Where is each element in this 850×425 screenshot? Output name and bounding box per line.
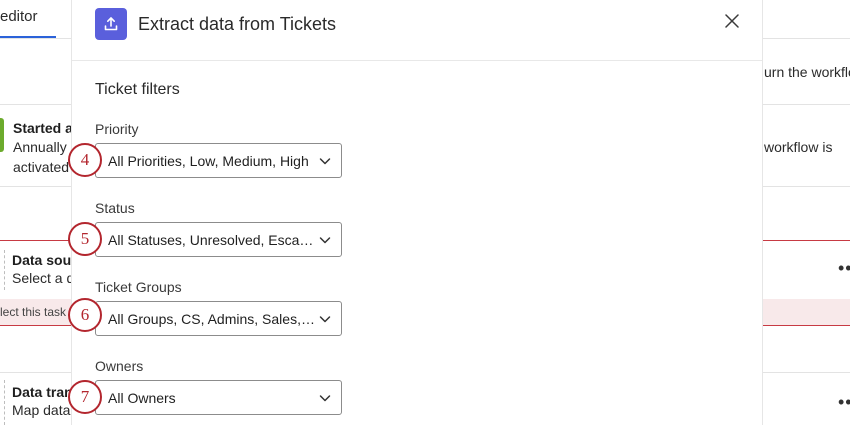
modal-title: Extract data from Tickets [138, 14, 337, 34]
task-alert-text: lect this task [0, 305, 67, 319]
ticket-groups-label: Ticket Groups [95, 279, 182, 295]
close-button[interactable] [722, 11, 742, 31]
status-label: Status [95, 200, 135, 216]
status-select[interactable]: All Statuses, Unresolved, Escal… [95, 222, 342, 257]
ticket-groups-select-value: All Groups, CS, Admins, Sales,… [108, 311, 315, 327]
extract-data-modal: Extract data from Tickets Ticket filters… [72, 0, 762, 425]
task-connector [4, 380, 5, 425]
step-callout-5: 5 [68, 222, 102, 256]
chevron-down-icon [319, 158, 331, 165]
step-callout-4: 4 [68, 143, 102, 177]
bg-right-text-1: urn the workflo [764, 64, 850, 80]
data-source-title[interactable]: Data sou [12, 252, 71, 268]
more-options-icon[interactable]: •• [838, 258, 850, 279]
ticket-groups-select[interactable]: All Groups, CS, Admins, Sales,… [95, 301, 342, 336]
priority-select[interactable]: All Priorities, Low, Medium, High [95, 143, 342, 178]
upload-icon [95, 8, 127, 40]
owners-select-value: All Owners [108, 390, 176, 406]
owners-select[interactable]: All Owners [95, 380, 342, 415]
status-select-value: All Statuses, Unresolved, Escal… [108, 232, 316, 248]
chevron-down-icon [319, 237, 331, 244]
step-callout-6: 6 [68, 298, 102, 332]
bg-right-text-2: workflow is [764, 139, 833, 155]
ticket-filters-heading: Ticket filters [95, 81, 180, 98]
trigger-title[interactable]: Started a [13, 120, 73, 136]
data-transform-title[interactable]: Data tran [12, 384, 73, 400]
modal-header: Extract data from Tickets [72, 0, 762, 61]
trigger-status-chip [0, 118, 4, 152]
chevron-down-icon [319, 395, 331, 402]
data-transform-subtitle: Map data [12, 402, 71, 418]
trigger-subtitle-1: Annually [13, 139, 67, 155]
data-source-subtitle: Select a d [12, 270, 75, 286]
chevron-down-icon [319, 316, 331, 323]
task-connector [4, 250, 5, 290]
priority-select-value: All Priorities, Low, Medium, High [108, 153, 309, 169]
owners-label: Owners [95, 358, 144, 374]
tab-editor[interactable]: editor [0, 8, 38, 25]
trigger-subtitle-2: activated [13, 159, 70, 175]
more-options-icon[interactable]: •• [838, 392, 850, 413]
priority-label: Priority [95, 121, 139, 137]
step-callout-7: 7 [68, 380, 102, 414]
close-icon [725, 14, 739, 28]
